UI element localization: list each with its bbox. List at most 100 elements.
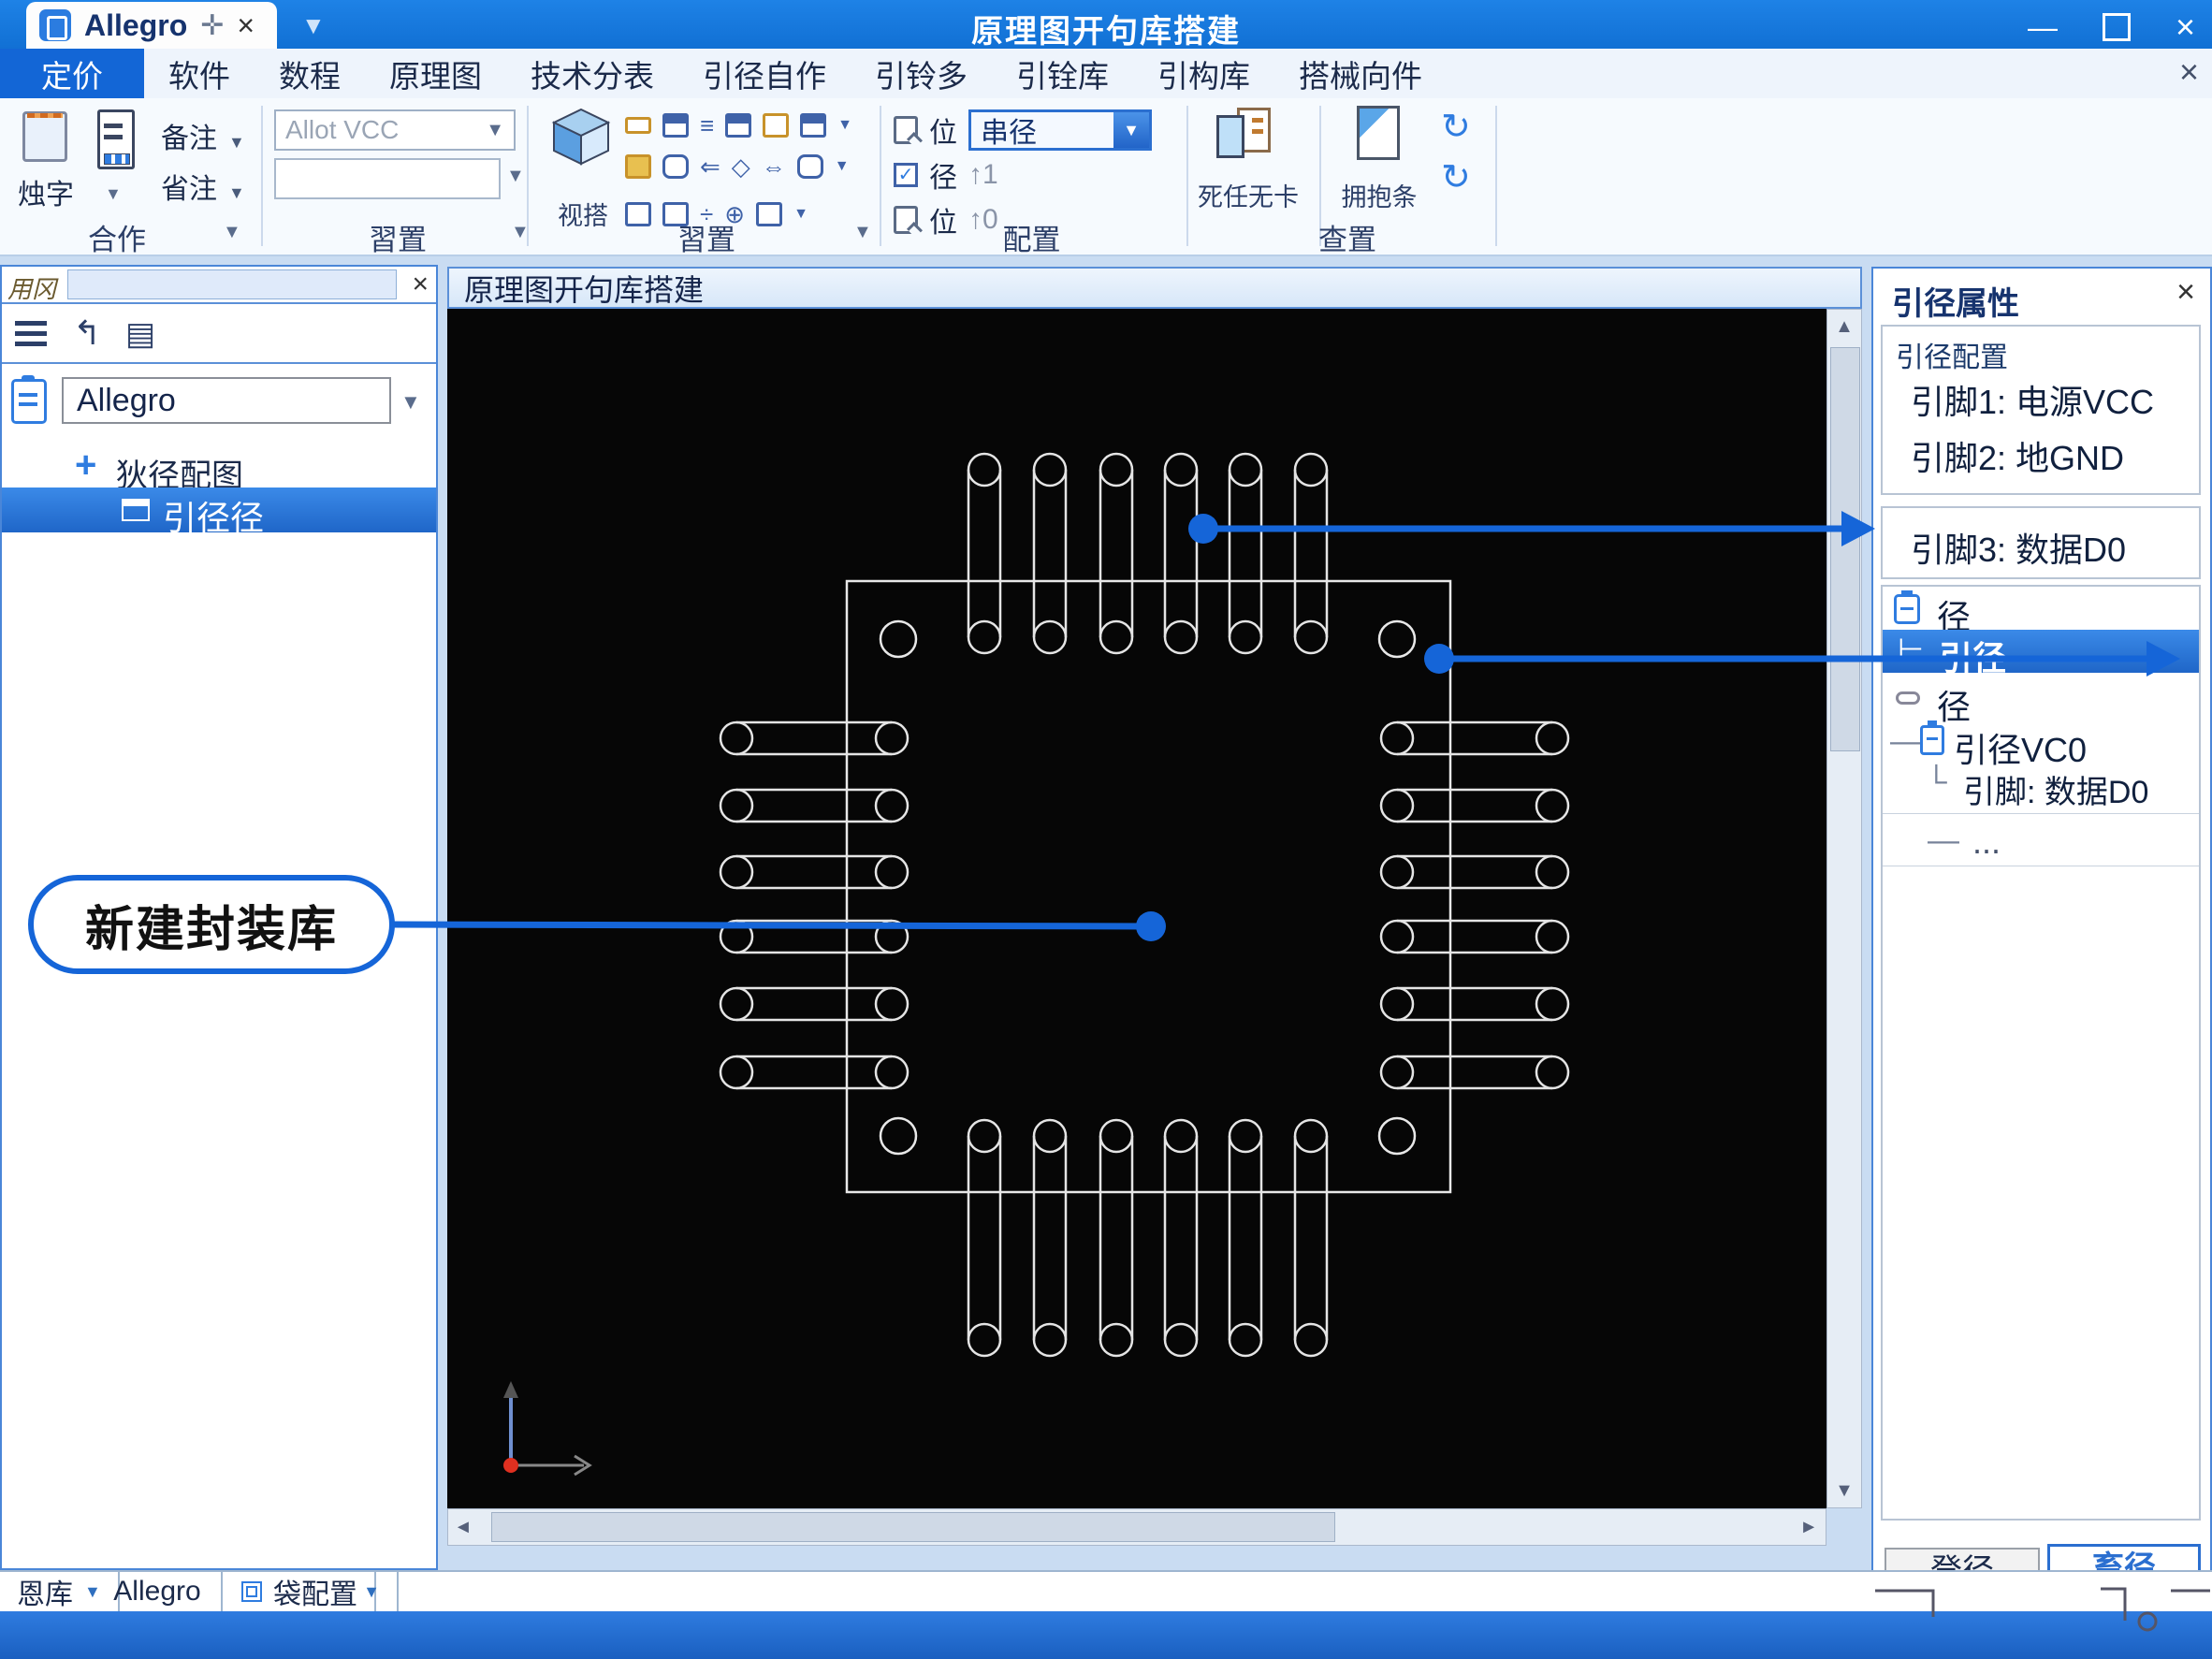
sidebar-search-input[interactable] xyxy=(67,269,397,299)
group-label-1: 合作 xyxy=(37,216,196,258)
annotate-dropdown[interactable]: 省注▼ xyxy=(161,166,245,207)
tree-item-config[interactable]: + 狄径配图 xyxy=(2,446,436,486)
tree-row-label: 引径 xyxy=(1939,632,2006,680)
tree-row[interactable]: └ 引脚: 数据D0 xyxy=(1883,764,2199,806)
ribbon-grid-icon[interactable] xyxy=(662,113,689,138)
row-value: ↑1 xyxy=(968,159,998,191)
chevron-down-icon: ▼ xyxy=(486,120,504,141)
ribbon-grid-icon[interactable]: ◇ xyxy=(732,154,750,179)
net-combobox[interactable]: Allot VCC▼ xyxy=(274,109,516,151)
menu-item-1[interactable]: 软件 xyxy=(144,49,255,98)
view-card-label[interactable]: 死任无卡 xyxy=(1194,177,1302,213)
toolbar-strip-label[interactable]: 拥抱条 xyxy=(1336,177,1422,213)
status-dropdown[interactable]: ▼ xyxy=(346,1572,399,1611)
window-icon xyxy=(241,1581,262,1602)
chevron-down-icon[interactable]: ▼ xyxy=(835,159,850,174)
chevron-down-icon[interactable]: ▼ xyxy=(506,166,525,187)
vertical-scroll-thumb[interactable] xyxy=(1830,347,1860,751)
status-bar: 恩库▼ Allegro 袋配置 ▼ xyxy=(0,1570,2212,1611)
ribbon-grid-icon[interactable] xyxy=(763,113,789,138)
library-combobox[interactable]: Allegro xyxy=(62,377,391,424)
canvas-horizontal-scrollbar[interactable]: ◄ ► xyxy=(447,1508,1826,1546)
grid-icon[interactable]: ▤ xyxy=(125,315,155,353)
windows-icon[interactable] xyxy=(1216,108,1271,162)
pin3-value: 引脚3: 数据D0 xyxy=(1911,523,2126,572)
menu-item-4[interactable]: 技术分表 xyxy=(506,49,678,98)
scroll-right-icon[interactable]: ► xyxy=(1799,1509,1818,1545)
close-button[interactable]: × xyxy=(2176,7,2195,47)
menu-item-6[interactable]: 引铃多 xyxy=(851,49,992,98)
ribbon-grid-icon[interactable] xyxy=(800,113,826,138)
minimize-button[interactable]: — xyxy=(2028,10,2058,45)
panel-title: 引径属性 xyxy=(1892,278,2019,324)
chevron-down-icon[interactable]: ▼ xyxy=(105,184,122,204)
group-label-3: 習置 xyxy=(618,216,795,258)
dash-icon: — xyxy=(1928,822,1959,859)
back-arrow-icon[interactable]: ↰ xyxy=(73,313,101,353)
tree-row[interactable]: — 引径VC0 xyxy=(1883,721,2199,763)
ribbon-grid-icon[interactable] xyxy=(797,154,823,179)
chevron-down-icon[interactable]: ▼ xyxy=(793,207,808,222)
clipboard-icon xyxy=(11,379,47,424)
chevron-down-icon[interactable]: ▼ xyxy=(837,118,852,133)
ribbon-grid-icon[interactable]: ⇔ xyxy=(762,154,786,179)
pad-icon[interactable] xyxy=(894,206,918,234)
tree-row-selected[interactable]: ⊢ 引径 xyxy=(1883,630,2199,673)
menu-close-icon[interactable]: × xyxy=(2179,52,2199,92)
cube-3d-icon[interactable] xyxy=(550,106,612,172)
panel-close-icon[interactable]: × xyxy=(2176,274,2195,311)
chevron-down-icon[interactable]: ▼ xyxy=(223,222,241,243)
horizontal-scroll-thumb[interactable] xyxy=(491,1512,1335,1542)
menu-item-5[interactable]: 引径自作 xyxy=(678,49,851,98)
menu-item-9[interactable]: 搭械向件 xyxy=(1274,49,1447,98)
canvas-title: 原理图开句库搭建 xyxy=(464,267,704,310)
app-window: { "window": { "tab_label": "Allegro", "t… xyxy=(0,0,2212,1659)
chevron-down-icon[interactable]: ▼ xyxy=(400,390,421,415)
canvas-vertical-scrollbar[interactable]: ▲ ▼ xyxy=(1826,309,1862,1508)
sync-icon[interactable]: ↻ xyxy=(1441,160,1471,196)
tree-row[interactable]: — ... xyxy=(1883,821,2199,862)
schematic-canvas[interactable] xyxy=(447,309,1826,1508)
menu-bar: 定价 软件 数程 原理图 技术分表 引径自作 引铃多 引铨库 引构库 搭械向件 … xyxy=(0,49,2212,99)
chevron-down-icon[interactable]: ▼ xyxy=(853,222,872,243)
ribbon-grid-icon[interactable] xyxy=(625,117,651,134)
sidebar-close-icon[interactable]: × xyxy=(412,269,429,300)
page-corner-icon[interactable] xyxy=(1357,106,1400,160)
tree-row[interactable]: 径 xyxy=(1883,678,2199,720)
ribbon-grid-icon[interactable] xyxy=(725,113,751,138)
checked-icon[interactable]: ✓ xyxy=(894,163,918,187)
list-icon[interactable] xyxy=(15,321,47,352)
tree-row[interactable]: 径 xyxy=(1883,589,2199,630)
chevron-down-icon: ▼ xyxy=(228,183,245,202)
ribbon-grid-icon[interactable] xyxy=(625,154,651,179)
menu-item-8[interactable]: 引构库 xyxy=(1133,49,1274,98)
sync-icon[interactable]: ↻ xyxy=(1441,109,1471,145)
chevron-down-icon: ▼ xyxy=(363,1582,380,1602)
document-icon[interactable] xyxy=(97,109,135,169)
preview-label: 视搭 xyxy=(558,196,608,232)
pin1-value: 引脚1: 电源VCC xyxy=(1911,375,2154,424)
menu-item-0[interactable]: 定价 xyxy=(0,49,144,98)
ribbon-grid-icon[interactable] xyxy=(662,154,689,179)
ribbon-grid-icon[interactable]: ≡ xyxy=(700,113,714,138)
maximize-button[interactable] xyxy=(2103,13,2131,41)
pad-type-combobox[interactable]: 串径 ▼ xyxy=(968,109,1152,151)
menu-item-2[interactable]: 数程 xyxy=(255,49,365,98)
pad-icon[interactable] xyxy=(894,116,918,144)
menu-item-3[interactable]: 原理图 xyxy=(365,49,506,98)
pill-icon xyxy=(1896,691,1920,705)
empty-combobox[interactable] xyxy=(274,158,501,199)
allegro-status-tab[interactable]: Allegro xyxy=(94,1572,223,1611)
paste-icon[interactable] xyxy=(22,111,67,162)
note-dropdown[interactable]: 备注▼ xyxy=(161,115,245,156)
ribbon-grid-icon[interactable]: ⇐ xyxy=(700,154,720,179)
sidebar-tab-label[interactable]: 用冈 xyxy=(7,270,56,305)
chevron-down-icon[interactable]: ▼ xyxy=(1113,112,1149,148)
group-label-2: 習置 xyxy=(309,216,487,258)
scroll-left-icon[interactable]: ◄ xyxy=(454,1509,473,1545)
scroll-down-icon[interactable]: ▼ xyxy=(1827,1474,1861,1507)
expand-icon[interactable]: + xyxy=(75,444,96,487)
menu-item-7[interactable]: 引铨库 xyxy=(992,49,1133,98)
scroll-up-icon[interactable]: ▲ xyxy=(1827,310,1861,343)
tree-item-selected[interactable]: 引径径 xyxy=(2,488,436,532)
